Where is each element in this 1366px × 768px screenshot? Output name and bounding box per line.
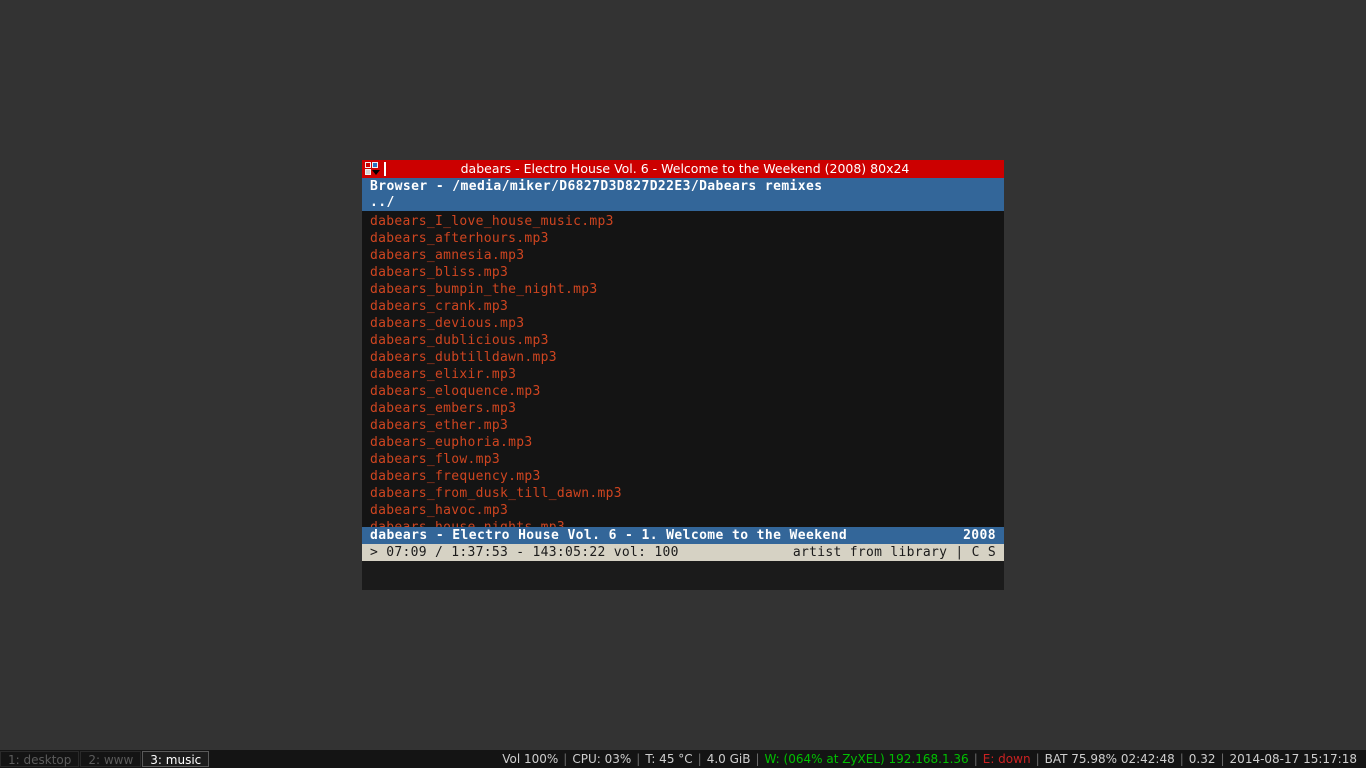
list-item[interactable]: dabears_ether.mp3 — [370, 417, 1004, 434]
list-item[interactable]: dabears_flow.mp3 — [370, 451, 1004, 468]
playback-mode-text: artist from library | C S — [792, 545, 996, 560]
titlebar-cursor — [384, 162, 386, 176]
status-separator: | — [697, 752, 702, 766]
status-loadavg: 0.32 — [1188, 752, 1216, 766]
list-item[interactable]: dabears_crank.mp3 — [370, 298, 1004, 315]
window-titlebar[interactable]: dabears - Electro House Vol. 6 - Welcome… — [362, 160, 1004, 178]
window-title: dabears - Electro House Vol. 6 - Welcome… — [460, 161, 910, 176]
status-separator: | — [1179, 752, 1184, 766]
status-volume: Vol 100% — [502, 752, 559, 766]
status-battery: BAT 75.98% 02:42:48 — [1044, 752, 1175, 766]
status-separator: | — [755, 752, 760, 766]
status-temperature: T: 45 °C — [645, 752, 693, 766]
list-item[interactable]: dabears_devious.mp3 — [370, 315, 1004, 332]
workspace-button-3[interactable]: 3: music — [142, 751, 210, 767]
window-menu-icon-quadrant-bl — [365, 169, 371, 175]
status-datetime: 2014-08-17 15:17:18 — [1229, 752, 1357, 766]
taskbar[interactable]: 1: desktop 2: www 3: music Vol 100% | CP… — [0, 750, 1366, 768]
window-body-filler — [362, 561, 1004, 589]
status-separator: | — [636, 752, 641, 766]
list-item[interactable]: dabears_house_nights.mp3 — [370, 519, 1004, 527]
browser-header: Browser - /media/miker/D6827D3D827D22E3/… — [362, 178, 1004, 195]
status-cpu: CPU: 03% — [572, 752, 632, 766]
list-item[interactable]: dabears_amnesia.mp3 — [370, 247, 1004, 264]
file-list[interactable]: dabears_I_love_house_music.mp3 dabears_a… — [362, 211, 1004, 527]
list-item[interactable]: dabears_I_love_house_music.mp3 — [370, 213, 1004, 230]
list-item[interactable]: dabears_embers.mp3 — [370, 400, 1004, 417]
status-wifi: W: (064% at ZyXEL) 192.168.1.36 — [764, 752, 969, 766]
status-separator: | — [563, 752, 568, 766]
now-playing-year: 2008 — [963, 528, 996, 543]
player-status-line: > 07:09 / 1:37:53 - 143:05:22 vol: 100 a… — [362, 544, 1004, 561]
status-ethernet: E: down — [982, 752, 1031, 766]
playback-progress-text: > 07:09 / 1:37:53 - 143:05:22 vol: 100 — [370, 545, 679, 560]
list-item[interactable]: dabears_afterhours.mp3 — [370, 230, 1004, 247]
list-item[interactable]: dabears_dublicious.mp3 — [370, 332, 1004, 349]
status-separator: | — [1035, 752, 1040, 766]
window-menu-icon-quadrant-tr — [372, 162, 378, 168]
status-separator: | — [973, 752, 978, 766]
window-menu-icon-quadrant-tl — [365, 162, 371, 168]
list-item[interactable]: dabears_dubtilldawn.mp3 — [370, 349, 1004, 366]
workspace-button-1[interactable]: 1: desktop — [0, 751, 80, 767]
window-menu-icon[interactable] — [365, 162, 381, 176]
list-item[interactable]: dabears_elixir.mp3 — [370, 366, 1004, 383]
status-separator: | — [1220, 752, 1225, 766]
list-item[interactable]: dabears_bliss.mp3 — [370, 264, 1004, 281]
list-item[interactable]: dabears_havoc.mp3 — [370, 502, 1004, 519]
ncmpcpp-window[interactable]: dabears - Electro House Vol. 6 - Welcome… — [362, 160, 1004, 590]
list-item[interactable]: dabears_from_dusk_till_dawn.mp3 — [370, 485, 1004, 502]
workspace-buttons[interactable]: 1: desktop 2: www 3: music — [0, 750, 210, 768]
parent-directory-row[interactable]: ../ — [362, 195, 1004, 211]
now-playing-title: dabears - Electro House Vol. 6 - 1. Welc… — [370, 528, 848, 543]
chevron-down-icon — [372, 170, 380, 175]
list-item[interactable]: dabears_eloquence.mp3 — [370, 383, 1004, 400]
workspace-button-2[interactable]: 2: www — [80, 751, 142, 767]
system-status-bar: Vol 100% | CPU: 03% | T: 45 °C | 4.0 GiB… — [499, 750, 1366, 768]
status-memory: 4.0 GiB — [706, 752, 751, 766]
list-item[interactable]: dabears_euphoria.mp3 — [370, 434, 1004, 451]
desktop: dabears - Electro House Vol. 6 - Welcome… — [0, 0, 1366, 768]
list-item[interactable]: dabears_bumpin_the_night.mp3 — [370, 281, 1004, 298]
now-playing-bar: dabears - Electro House Vol. 6 - 1. Welc… — [362, 527, 1004, 544]
list-item[interactable]: dabears_frequency.mp3 — [370, 468, 1004, 485]
